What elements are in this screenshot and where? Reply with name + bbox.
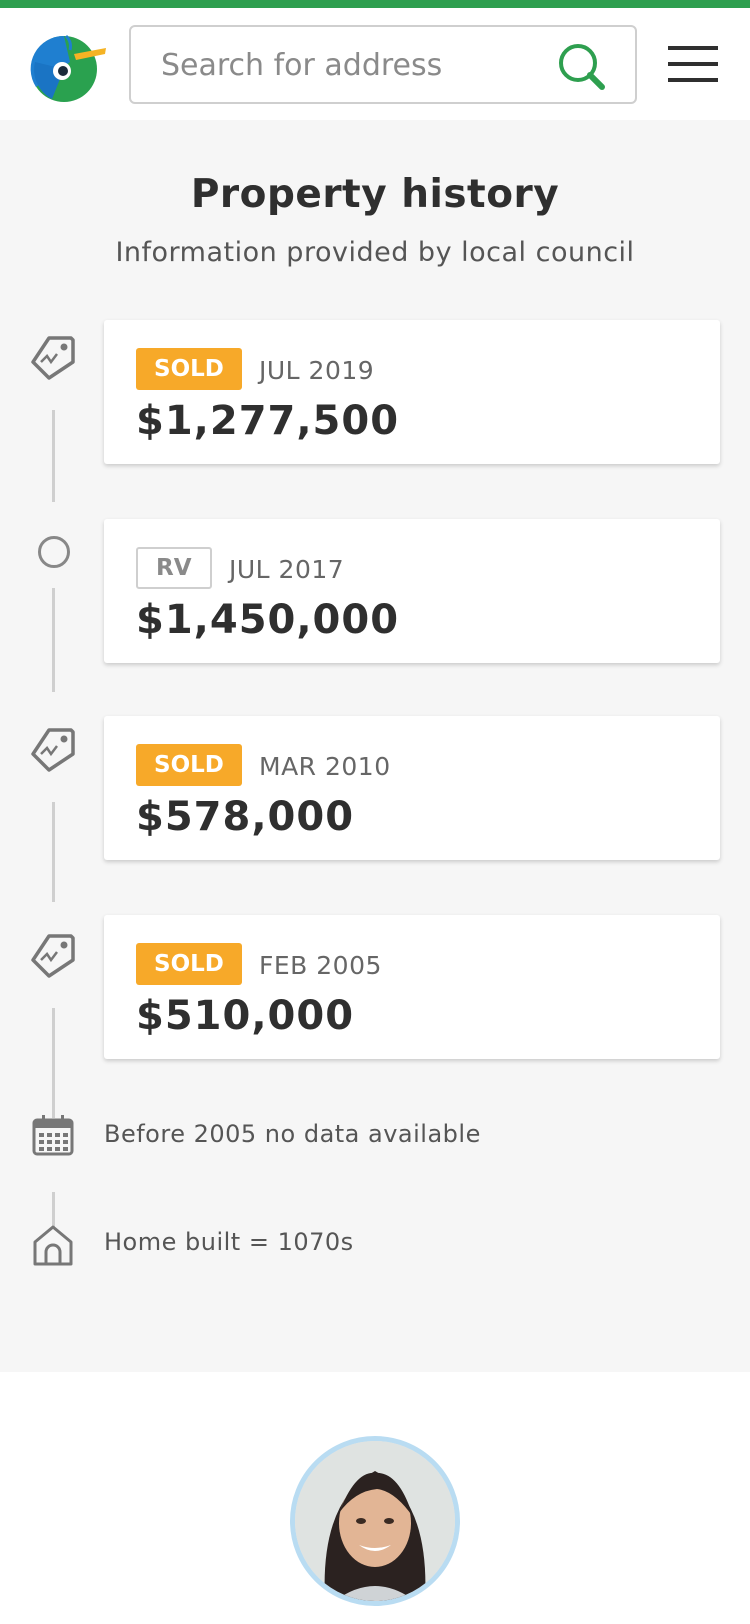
search-icon[interactable] [557,42,607,92]
page-subtitle: Information provided by local council [115,237,635,268]
history-event-card[interactable]: SOLD MAR 2010 $578,000 [104,716,720,860]
search-box[interactable] [129,25,637,104]
home-built-note: Home built = 1070s [104,1228,354,1256]
timeline-line [52,802,55,902]
event-date: JUL 2019 [259,356,375,385]
price-tag-icon [31,728,75,772]
no-data-note: Before 2005 no data available [104,1120,481,1148]
event-price: $578,000 [136,794,355,840]
history-event-card[interactable]: RV JUL 2017 $1,450,000 [104,519,720,663]
agent-photo [295,1441,455,1601]
price-tag-icon [31,934,75,978]
sold-badge: SOLD [136,744,242,786]
circle-marker-icon [38,536,70,568]
hamburger-menu-icon[interactable] [668,44,720,84]
timeline-line [52,410,55,502]
timeline-line [52,588,55,692]
property-history-section: Property history Information provided by… [0,120,750,1372]
house-icon [33,1225,73,1266]
page-title: Property history [190,172,560,217]
event-date: FEB 2005 [259,951,382,980]
logo-icon[interactable] [30,32,108,102]
event-price: $1,450,000 [136,597,400,643]
history-event-card[interactable]: SOLD FEB 2005 $510,000 [104,915,720,1059]
header [0,8,750,120]
sold-badge: SOLD [136,943,242,985]
history-event-card[interactable]: SOLD JUL 2019 $1,277,500 [104,320,720,464]
price-tag-icon [31,336,75,380]
search-input[interactable] [161,41,541,89]
brand-top-bar [0,0,750,8]
rv-badge: RV [136,547,212,589]
event-price: $510,000 [136,993,355,1039]
event-price: $1,277,500 [136,398,400,444]
agent-section [0,1372,750,1624]
event-date: JUL 2017 [229,555,345,584]
calendar-icon [32,1115,74,1156]
event-date: MAR 2010 [259,752,391,781]
agent-avatar[interactable] [290,1436,460,1606]
sold-badge: SOLD [136,348,242,390]
timeline-line [52,1008,55,1118]
